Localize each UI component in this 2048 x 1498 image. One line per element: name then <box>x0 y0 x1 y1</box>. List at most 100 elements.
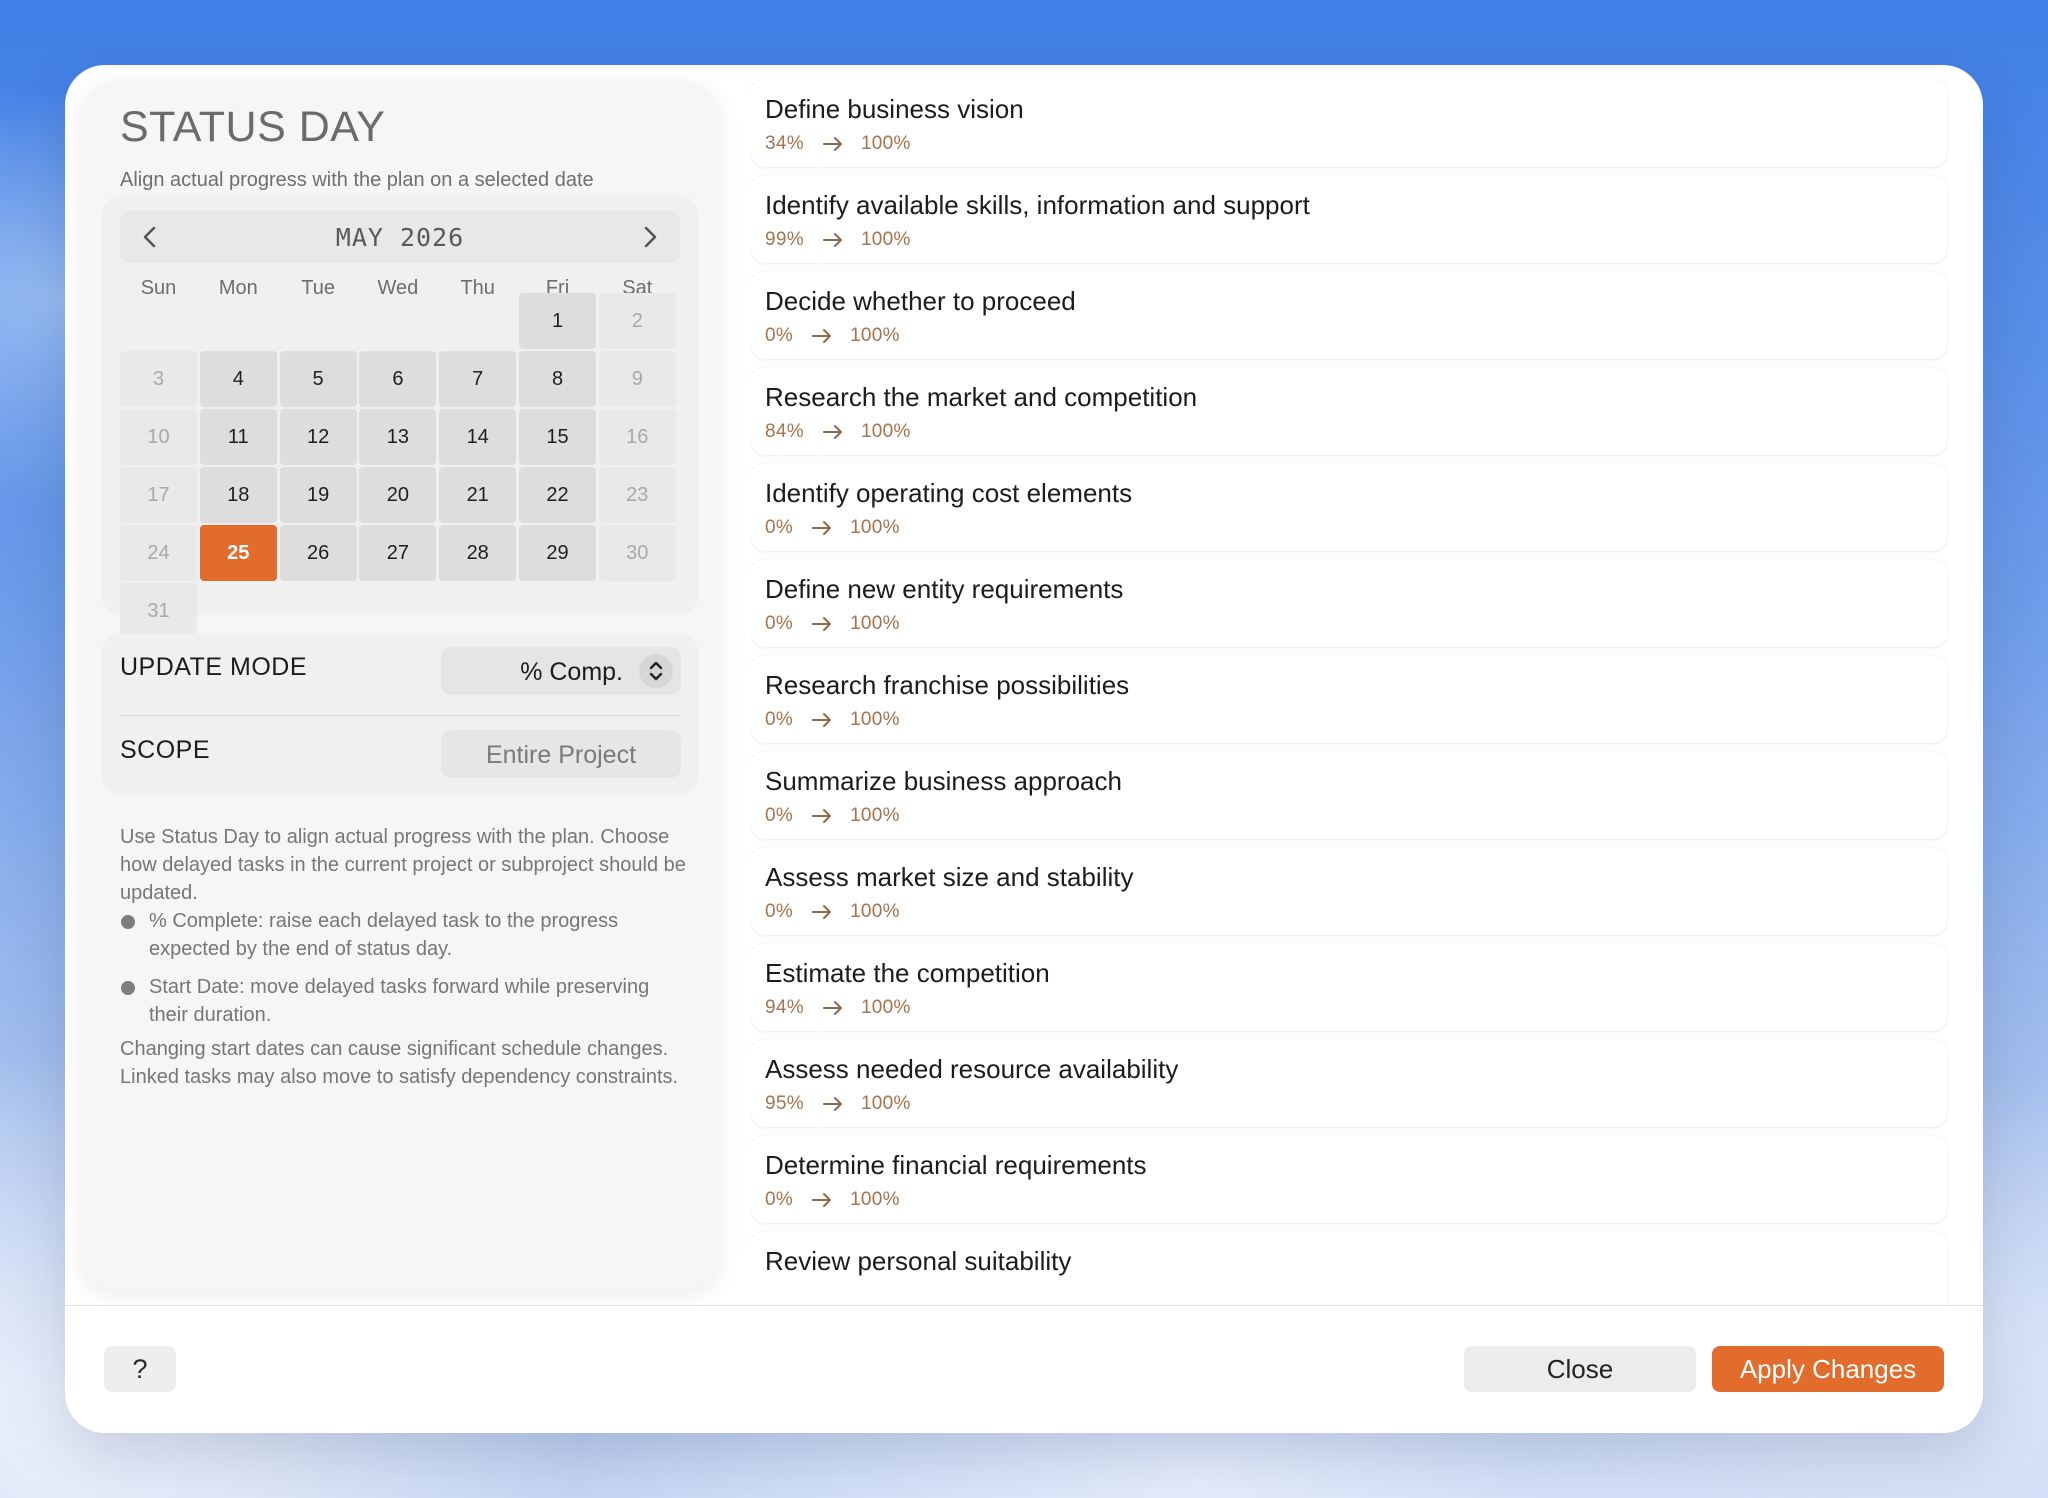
scope-label: SCOPE <box>120 736 211 764</box>
calendar-day[interactable]: 2 <box>598 293 676 349</box>
calendar-day[interactable]: 13 <box>359 409 437 465</box>
arrow-right-icon <box>811 520 833 536</box>
calendar-day[interactable]: 9 <box>598 351 676 407</box>
next-month-button[interactable] <box>632 219 668 255</box>
bullet-dot-icon <box>121 981 135 995</box>
chevron-right-icon <box>644 226 657 248</box>
calendar-day[interactable]: 27 <box>359 525 437 581</box>
calendar-day[interactable]: 10 <box>120 409 197 465</box>
progress-to: 100% <box>860 229 911 250</box>
weekday-header: Mon <box>218 277 258 299</box>
help-button[interactable]: ? <box>104 1346 176 1392</box>
progress-from: 94% <box>765 997 804 1018</box>
task-row[interactable]: Decide whether to proceed 0% 100% <box>751 271 1947 359</box>
calendar-day[interactable]: 28 <box>439 525 517 581</box>
progress-from: 0% <box>765 517 794 538</box>
calendar-day[interactable]: 6 <box>359 351 437 407</box>
task-row[interactable]: Identify available skills, information a… <box>751 175 1947 263</box>
task-name: Determine financial requirements <box>765 1150 1147 1180</box>
task-progress: 0% 100% <box>765 325 900 347</box>
task-name: Assess needed resource availability <box>765 1054 1179 1084</box>
task-row[interactable]: Review personal suitability <box>751 1231 1947 1311</box>
arrow-right-icon <box>822 1000 844 1016</box>
task-name: Define business vision <box>765 94 1024 124</box>
calendar-day[interactable]: 4 <box>199 351 277 407</box>
calendar-day[interactable]: 15 <box>519 409 596 465</box>
status-day-dialog: STATUS DAY Align actual progress with th… <box>65 65 1983 1433</box>
calendar-day[interactable]: 22 <box>519 467 596 523</box>
calendar-day[interactable]: 7 <box>439 351 517 407</box>
settings-divider <box>120 715 680 716</box>
calendar-day[interactable]: 5 <box>279 351 357 407</box>
task-row[interactable]: Determine financial requirements 0% 100% <box>751 1135 1947 1223</box>
weekday-header: Tue <box>301 277 335 299</box>
month-label: MAY 2026 <box>335 223 465 252</box>
close-button[interactable]: Close <box>1464 1346 1696 1392</box>
progress-from: 0% <box>765 325 794 346</box>
calendar-day[interactable]: 17 <box>120 467 197 523</box>
page-subtitle: Align actual progress with the plan on a… <box>120 169 594 191</box>
task-progress: 0% 100% <box>765 709 900 731</box>
task-list[interactable]: Define business vision 34% 100% Identify av… <box>751 79 1951 1311</box>
progress-to: 100% <box>850 805 900 826</box>
task-row[interactable]: Summarize business approach 0% 100% <box>751 751 1947 839</box>
task-name: Decide whether to proceed <box>765 286 1076 316</box>
progress-to: 100% <box>860 997 911 1018</box>
calendar-day-selected[interactable]: 25 <box>199 525 277 581</box>
dialog-footer: ? Close Apply Changes <box>65 1305 1983 1433</box>
page-title: STATUS DAY <box>120 103 386 151</box>
task-row[interactable]: Research the market and competition 84% 10… <box>751 367 1947 455</box>
task-row[interactable]: Assess market size and stability 0% 100% <box>751 847 1947 935</box>
update-mode-value: % Comp. <box>520 658 623 686</box>
calendar-day[interactable]: 16 <box>598 409 676 465</box>
progress-from: 95% <box>765 1093 804 1114</box>
scope-select[interactable]: Entire Project <box>441 730 681 778</box>
calendar-day[interactable]: 31 <box>120 583 197 639</box>
calendar-day[interactable]: 11 <box>199 409 277 465</box>
progress-from: 0% <box>765 709 794 730</box>
calendar-day[interactable]: 14 <box>439 409 517 465</box>
weekday-header: Wed <box>377 277 419 299</box>
calendar-day[interactable]: 23 <box>598 467 676 523</box>
task-row[interactable]: Define business vision 34% 100% <box>751 79 1947 167</box>
progress-to: 100% <box>850 517 900 538</box>
progress-from: 0% <box>765 613 794 634</box>
calendar-day[interactable]: 21 <box>439 467 517 523</box>
task-row[interactable]: Estimate the competition 94% 100% <box>751 943 1947 1031</box>
calendar-day[interactable]: 20 <box>359 467 437 523</box>
progress-to: 100% <box>860 1093 911 1114</box>
progress-to: 100% <box>850 709 900 730</box>
calendar-day[interactable]: 29 <box>519 525 596 581</box>
task-row[interactable]: Define new entity requirements 0% 100% <box>751 559 1947 647</box>
progress-from: 34% <box>765 133 804 154</box>
progress-to: 100% <box>860 421 911 442</box>
calendar-day[interactable]: 26 <box>279 525 357 581</box>
task-name: Review personal suitability <box>765 1246 1072 1276</box>
task-progress: 0% 100% <box>765 517 900 539</box>
update-mode-select[interactable]: % Comp. <box>441 647 681 695</box>
calendar-day[interactable]: 18 <box>199 467 277 523</box>
progress-from: 0% <box>765 805 794 826</box>
task-row[interactable]: Research franchise possibilities 0% 100% <box>751 655 1947 743</box>
task-row[interactable]: Assess needed resource availability 95% 10… <box>751 1039 1947 1127</box>
progress-to: 100% <box>860 133 911 154</box>
task-name: Research the market and competition <box>765 382 1198 412</box>
calendar-day[interactable]: 19 <box>279 467 357 523</box>
help-intro: Use Status Day to align actual progress … <box>120 826 686 904</box>
calendar-day[interactable]: 3 <box>120 351 197 407</box>
calendar-day[interactable]: 24 <box>120 525 197 581</box>
calendar-day[interactable]: 1 <box>519 293 596 349</box>
help-note: Changing start dates can cause significa… <box>120 1038 679 1088</box>
arrow-right-icon <box>811 616 833 632</box>
calendar-day[interactable]: 8 <box>519 351 596 407</box>
apply-changes-button[interactable]: Apply Changes <box>1712 1346 1944 1392</box>
task-progress: 84% 100% <box>765 421 911 443</box>
month-header: MAY 2026 <box>120 211 680 263</box>
task-name: Identify operating cost elements <box>765 478 1133 508</box>
task-row[interactable]: Identify operating cost elements 0% 100% <box>751 463 1947 551</box>
calendar-day[interactable]: 30 <box>598 525 676 581</box>
calendar-day[interactable]: 12 <box>279 409 357 465</box>
task-name: Identify available skills, information a… <box>765 190 1310 220</box>
progress-from: 84% <box>765 421 804 442</box>
progress-from: 0% <box>765 1189 794 1210</box>
